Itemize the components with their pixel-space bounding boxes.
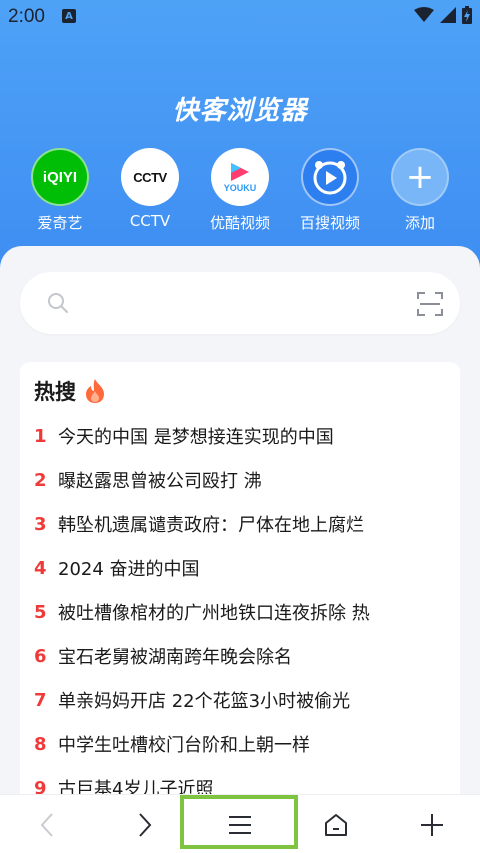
hot-search-item[interactable]: 2 曝赵露思曾被公司殴打 沸: [34, 458, 454, 502]
cctv-icon: CCTV: [121, 148, 179, 206]
rank-number: 6: [34, 645, 47, 667]
shortcut-label: CCTV: [129, 212, 171, 230]
status-bar: 2:00 A: [0, 0, 480, 34]
hot-search-item[interactable]: 6 宝石老舅被湖南跨年晚会除名: [34, 634, 454, 678]
status-time: 2:00: [8, 6, 45, 27]
hot-search-label: 热搜: [34, 380, 76, 404]
hot-search-item[interactable]: 8 中学生吐槽校门台阶和上朝一样: [34, 722, 454, 766]
hot-search-text: 单亲妈妈开店 22个花篮3小时被偷光: [58, 691, 351, 712]
hot-search-text: 曝赵露思曾被公司殴打 沸: [58, 471, 262, 492]
shortcut-youku[interactable]: YOUKU 优酷视频: [195, 148, 285, 233]
cctv-logo-text: CCTV: [133, 169, 167, 185]
hot-search-item[interactable]: 4 2024 奋进的中国: [34, 546, 454, 590]
shortcut-label: 优酷视频: [209, 214, 270, 232]
menu-button[interactable]: [192, 795, 288, 853]
hot-search-text: 中学生吐槽校门台阶和上朝一样: [58, 735, 310, 756]
iqiyi-icon: iQIYI: [31, 148, 89, 206]
shortcut-label: 百搜视频: [299, 214, 360, 232]
search-input[interactable]: [80, 286, 410, 320]
app-title: 快客浏览器: [172, 96, 308, 126]
youku-icon: YOUKU: [211, 148, 269, 206]
wifi-icon: [414, 7, 434, 22]
hot-search-text: 宝石老舅被湖南跨年晚会除名: [58, 647, 292, 668]
search-icon: [48, 293, 68, 313]
hot-search-list: 1 今天的中国 是梦想接连实现的中国 2 曝赵露思曾被公司殴打 沸 3 韩坠机遗…: [34, 414, 454, 810]
hot-search-title: 热搜: [34, 376, 106, 406]
menu-icon: [229, 815, 251, 834]
shortcut-label: 添加: [404, 214, 435, 232]
add-icon: +: [391, 148, 449, 206]
rank-number: 5: [34, 601, 47, 623]
shortcut-iqiyi[interactable]: iQIYI 爱奇艺: [15, 148, 105, 233]
shortcut-row: iQIYI 爱奇艺 CCTV CCTV YOUKU 优酷视频 百搜视频 + 添加: [0, 148, 480, 238]
rank-number: 7: [34, 689, 47, 711]
shortcut-cctv[interactable]: CCTV CCTV: [105, 148, 195, 230]
baisou-icon: [301, 148, 359, 206]
rank-number: 8: [34, 733, 47, 755]
hot-search-text: 今天的中国 是梦想接连实现的中国: [58, 427, 334, 448]
scan-icon[interactable]: [416, 290, 444, 318]
shortcut-baisou[interactable]: 百搜视频: [285, 148, 375, 233]
new-tab-icon: [421, 813, 443, 836]
home-button[interactable]: [288, 795, 384, 853]
rank-number: 4: [34, 557, 47, 579]
hot-search-item[interactable]: 5 被吐槽像棺材的广州地铁口连夜拆除 热: [34, 590, 454, 634]
search-bar[interactable]: [20, 272, 460, 334]
bottom-nav: [0, 794, 480, 853]
battery-icon: [462, 6, 472, 24]
youku-play-icon: [231, 163, 249, 181]
home-icon: [325, 813, 347, 836]
forward-button[interactable]: [96, 795, 192, 853]
signal-icon: [440, 7, 456, 23]
rank-number: 3: [34, 513, 47, 535]
back-button[interactable]: [0, 795, 96, 853]
status-icons: [414, 6, 472, 24]
shortcut-label: 爱奇艺: [37, 214, 83, 232]
hot-search-card: 热搜 1 今天的中国 是梦想接连实现的中国 2 曝赵露思曾被公司殴打 沸 3 韩…: [20, 362, 460, 802]
notification-icon: A: [62, 9, 76, 23]
back-icon: [40, 812, 53, 837]
shortcut-add[interactable]: + 添加: [375, 148, 465, 233]
hot-search-item[interactable]: 1 今天的中国 是梦想接连实现的中国: [34, 414, 454, 458]
hot-search-text: 2024 奋进的中国: [58, 559, 200, 580]
rank-number: 2: [34, 469, 47, 491]
hot-search-text: 被吐槽像棺材的广州地铁口连夜拆除 热: [58, 603, 370, 624]
rank-number: 1: [34, 425, 47, 447]
iqiyi-logo-text: iQIYI: [42, 168, 78, 186]
hot-search-item[interactable]: 3 韩坠机遗属谴责政府：尸体在地上腐烂: [34, 502, 454, 546]
youku-logo-text: YOUKU: [223, 183, 257, 193]
forward-icon: [139, 812, 152, 837]
hot-search-text: 韩坠机遗属谴责政府：尸体在地上腐烂: [58, 515, 364, 536]
hot-search-item[interactable]: 7 单亲妈妈开店 22个花篮3小时被偷光: [34, 678, 454, 722]
add-symbol: +: [405, 157, 435, 197]
new-tab-button[interactable]: [384, 795, 480, 853]
fire-icon: [86, 379, 104, 403]
